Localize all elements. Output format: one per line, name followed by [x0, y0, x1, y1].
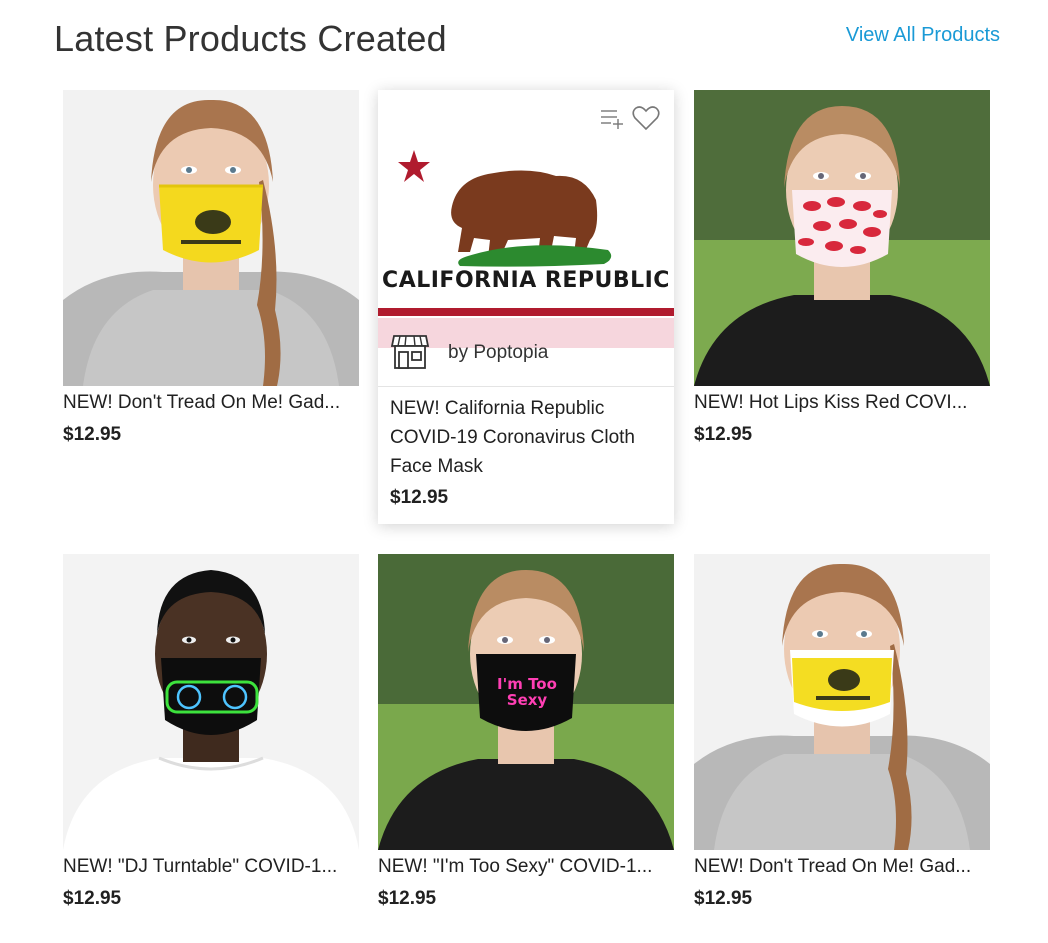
product-card[interactable]: NEW! Hot Lips Kiss Red COVI... $12.95 — [694, 90, 990, 446]
product-price: $12.95 — [63, 888, 122, 909]
card-actions — [598, 104, 660, 132]
store-byline[interactable]: by Poptopia — [378, 318, 674, 386]
heart-icon[interactable] — [632, 104, 660, 132]
add-to-collection-icon[interactable] — [598, 104, 626, 132]
store-name[interactable]: by Poptopia — [448, 342, 548, 364]
product-image[interactable]: I'm Too Sexy — [378, 554, 674, 850]
product-name[interactable]: NEW! "DJ Turntable" COVID-1... — [63, 850, 353, 878]
product-name[interactable]: NEW! Don't Tread On Me! Gad... — [694, 850, 984, 878]
product-price: $12.95 — [378, 888, 437, 909]
divider — [378, 386, 674, 387]
product-card[interactable]: NEW! "DJ Turntable" COVID-1... $12.95 — [63, 554, 359, 910]
product-card[interactable]: I'm Too Sexy NEW! "I'm Too Sexy" COVID-1… — [378, 554, 674, 910]
view-all-products-link[interactable]: View All Products — [846, 24, 1000, 47]
section-title: Latest Products Created — [54, 18, 447, 59]
product-price: $12.95 — [694, 888, 753, 909]
product-image[interactable] — [694, 554, 990, 850]
product-card[interactable]: NEW! Don't Tread On Me! Gad... $12.95 — [63, 90, 359, 446]
product-image[interactable] — [694, 90, 990, 386]
mask-text: I'm Too Sexy — [497, 675, 557, 709]
product-name[interactable]: NEW! "I'm Too Sexy" COVID-1... — [378, 850, 668, 878]
product-name[interactable]: NEW! California Republic COVID-19 Corona… — [378, 386, 672, 481]
product-name[interactable]: NEW! Don't Tread On Me! Gad... — [63, 386, 353, 414]
product-card[interactable]: NEW! Don't Tread On Me! Gad... $12.95 — [694, 554, 990, 910]
product-name[interactable]: NEW! Hot Lips Kiss Red COVI... — [694, 386, 984, 414]
product-price: $12.95 — [390, 487, 449, 508]
product-card-hovered[interactable]: CALIFORNIA REPUBLIC by Poptopia NEW! Cal… — [378, 90, 674, 524]
product-image[interactable] — [63, 554, 359, 850]
product-image[interactable]: CALIFORNIA REPUBLIC by Poptopia — [378, 90, 674, 386]
product-image[interactable] — [63, 90, 359, 386]
product-price: $12.95 — [63, 424, 122, 445]
product-price: $12.95 — [694, 424, 753, 445]
store-icon — [390, 332, 430, 372]
section-header: Latest Products Created View All Product… — [54, 14, 1000, 64]
flag-text: CALIFORNIA REPUBLIC — [382, 268, 670, 293]
